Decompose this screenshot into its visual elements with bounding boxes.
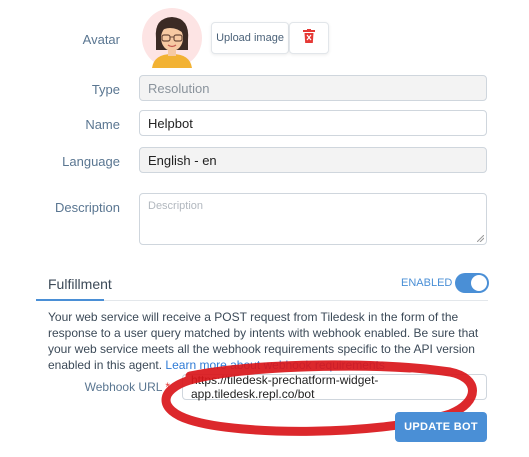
resize-handle-icon[interactable] bbox=[477, 235, 484, 242]
language-label: Language bbox=[62, 154, 120, 169]
type-label: Type bbox=[91, 82, 120, 97]
trash-icon bbox=[303, 28, 315, 48]
upload-image-button[interactable]: Upload image bbox=[211, 22, 289, 54]
fulfillment-status: ENABLED bbox=[401, 277, 453, 289]
fulfillment-toggle[interactable] bbox=[455, 273, 489, 293]
tab-fulfillment[interactable]: Fulfillment bbox=[48, 276, 112, 292]
description-placeholder: Description bbox=[148, 200, 204, 212]
divider bbox=[104, 300, 488, 301]
avatar-label: Avatar bbox=[82, 32, 120, 47]
toggle-knob bbox=[471, 275, 487, 291]
name-field[interactable]: Helpbot bbox=[139, 110, 487, 136]
avatar bbox=[142, 8, 202, 68]
update-bot-button[interactable]: UPDATE BOT bbox=[395, 412, 487, 442]
language-select[interactable]: English - en bbox=[139, 147, 487, 173]
webhook-label: Webhook URL * bbox=[0, 380, 170, 394]
description-label: Description bbox=[54, 200, 120, 215]
type-value: Resolution bbox=[148, 80, 210, 96]
delete-avatar-button[interactable] bbox=[289, 22, 329, 54]
name-label: Name bbox=[85, 117, 120, 132]
tab-underline bbox=[36, 299, 104, 301]
type-field[interactable]: Resolution bbox=[139, 75, 487, 101]
description-textarea[interactable]: Description bbox=[139, 193, 487, 245]
language-value: English - en bbox=[148, 152, 217, 168]
name-value: Helpbot bbox=[148, 115, 193, 131]
